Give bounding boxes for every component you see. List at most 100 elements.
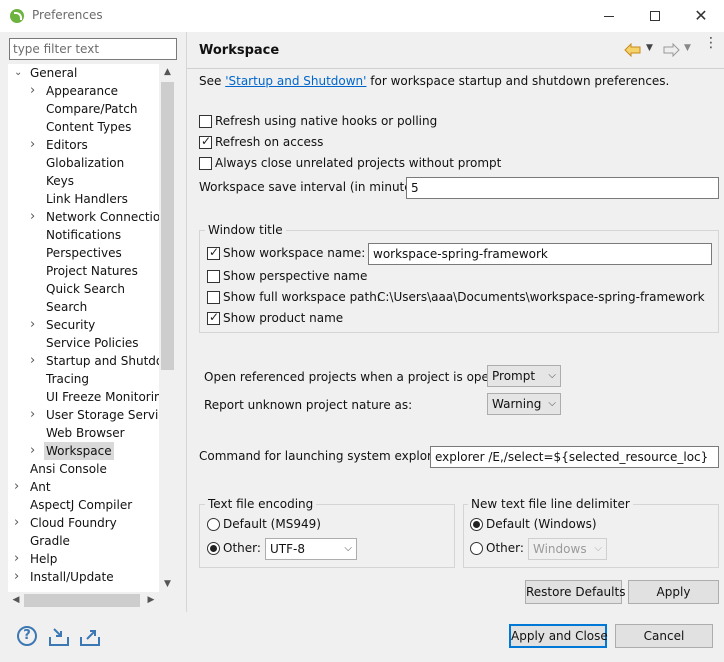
chevron-right-icon[interactable]: › xyxy=(30,82,40,100)
show-product-name-label: Show product name xyxy=(223,311,344,325)
delimiter-other-radio[interactable] xyxy=(470,542,483,555)
tree-item[interactable]: Perspectives xyxy=(8,244,176,262)
tree-item[interactable]: Content Types xyxy=(8,118,176,136)
tree-horizontal-scrollbar[interactable]: ◀ ▶ xyxy=(8,592,159,609)
page-title: Workspace xyxy=(199,43,280,58)
encoding-other-radio[interactable] xyxy=(207,542,220,555)
tree-item[interactable]: › Help xyxy=(8,550,176,568)
tree-item[interactable]: UI Freeze Monitoring xyxy=(8,388,176,406)
save-interval-input[interactable]: 5 xyxy=(406,177,719,199)
restore-defaults-button[interactable]: Restore Defaults xyxy=(525,580,625,604)
show-workspace-name-checkbox[interactable] xyxy=(207,245,220,260)
refresh-access-checkbox[interactable] xyxy=(199,134,212,149)
chevron-right-icon[interactable]: › xyxy=(14,568,24,586)
tree-item[interactable]: › Editors xyxy=(8,136,176,154)
encoding-default-radio[interactable] xyxy=(207,518,220,531)
tree-item-label: Quick Search xyxy=(46,282,125,296)
tree-item[interactable]: Compare/Patch xyxy=(8,100,176,118)
minimize-button[interactable] xyxy=(586,0,632,32)
chevron-right-icon[interactable]: › xyxy=(14,478,24,496)
import-icon[interactable] xyxy=(48,625,70,647)
view-menu-icon[interactable]: ⋮ xyxy=(704,36,718,50)
window-title: Preferences xyxy=(32,8,103,22)
scroll-right-icon[interactable]: ▶ xyxy=(143,592,159,609)
refresh-native-checkbox[interactable] xyxy=(199,115,212,128)
delimiter-select: Windows ⌵ xyxy=(528,538,607,560)
tree-item[interactable]: › User Storage Service xyxy=(8,406,176,424)
tree-item[interactable]: AspectJ Compiler xyxy=(8,496,176,514)
tree-item[interactable]: › Security xyxy=(8,316,176,334)
export-icon[interactable] xyxy=(79,625,101,647)
always-close-label: Always close unrelated projects without … xyxy=(215,156,502,170)
open-referenced-label: Open referenced projects when a project … xyxy=(204,370,516,384)
tree-item[interactable]: › Network Connection xyxy=(8,208,176,226)
chevron-right-icon[interactable]: › xyxy=(14,550,24,568)
back-history-dropdown-icon[interactable]: ▼ xyxy=(646,43,653,53)
tree-item[interactable]: › Install/Update xyxy=(8,568,176,586)
refresh-access-label: Refresh on access xyxy=(215,135,324,149)
close-button[interactable]: ✕ xyxy=(678,0,724,32)
cancel-button[interactable]: Cancel xyxy=(615,624,713,648)
chevron-right-icon[interactable]: › xyxy=(30,406,40,424)
filter-input[interactable]: type filter text xyxy=(9,38,177,60)
tree-item[interactable]: › Cloud Foundry xyxy=(8,514,176,532)
tree-item-label: Help xyxy=(30,552,58,566)
scroll-up-icon[interactable]: ▲ xyxy=(159,64,176,80)
tree-item[interactable]: › Workspace xyxy=(8,442,176,460)
encoding-select[interactable]: UTF-8 ⌵ xyxy=(265,538,357,560)
forward-arrow-icon[interactable] xyxy=(662,43,680,57)
chevron-right-icon[interactable]: › xyxy=(30,352,40,370)
chevron-right-icon[interactable]: › xyxy=(30,316,40,334)
tree-item[interactable]: Search xyxy=(8,298,176,316)
always-close-checkbox[interactable] xyxy=(199,157,212,170)
tree-item-label: Web Browser xyxy=(46,426,125,440)
chevron-down-icon: ⌵ xyxy=(594,543,602,554)
maximize-button[interactable] xyxy=(632,0,678,32)
tree-item[interactable]: Project Natures xyxy=(8,262,176,280)
tree-item[interactable]: Link Handlers xyxy=(8,190,176,208)
tree-item[interactable]: › Startup and Shutdow xyxy=(8,352,176,370)
pane-divider[interactable] xyxy=(186,32,187,612)
tree-item[interactable]: Ansi Console xyxy=(8,460,176,478)
workspace-name-input[interactable]: workspace-spring-framework xyxy=(368,243,712,265)
show-product-name-checkbox[interactable] xyxy=(207,310,220,325)
tree-item[interactable]: Service Policies xyxy=(8,334,176,352)
tree-item[interactable]: Notifications xyxy=(8,226,176,244)
tree-item[interactable]: Quick Search xyxy=(8,280,176,298)
tree-item[interactable]: Keys xyxy=(8,172,176,190)
delimiter-default-radio[interactable] xyxy=(470,518,483,531)
chevron-right-icon[interactable]: › xyxy=(30,442,40,460)
tree-item[interactable]: › Ant xyxy=(8,478,176,496)
tree-item[interactable]: Web Browser xyxy=(8,424,176,442)
scrollbar-thumb[interactable] xyxy=(161,82,174,370)
report-unknown-label: Report unknown project nature as: xyxy=(204,398,413,412)
tree-item[interactable]: › Appearance xyxy=(8,82,176,100)
back-arrow-icon[interactable] xyxy=(624,43,642,57)
tree-item[interactable]: Gradle xyxy=(8,532,176,550)
apply-button[interactable]: Apply xyxy=(628,580,719,604)
show-full-path-checkbox[interactable] xyxy=(207,291,220,304)
chevron-down-icon[interactable]: ⌄ xyxy=(14,64,24,82)
chevron-right-icon[interactable]: › xyxy=(14,514,24,532)
tree-item[interactable]: Tracing xyxy=(8,370,176,388)
open-referenced-select[interactable]: Prompt ⌵ xyxy=(487,365,561,387)
tree-item[interactable]: ⌄ General xyxy=(8,64,176,82)
scroll-left-icon[interactable]: ◀ xyxy=(8,592,24,609)
scroll-down-icon[interactable]: ▼ xyxy=(159,576,176,592)
tree-vertical-scrollbar[interactable]: ▲ ▼ xyxy=(159,64,176,592)
refresh-native-label: Refresh using native hooks or polling xyxy=(215,114,438,128)
chevron-right-icon[interactable]: › xyxy=(30,208,40,226)
header-separator xyxy=(187,68,724,69)
help-icon[interactable]: ? xyxy=(17,626,37,646)
show-perspective-checkbox[interactable] xyxy=(207,270,220,283)
startup-shutdown-link[interactable]: 'Startup and Shutdown' xyxy=(225,74,366,88)
tree-item[interactable]: Globalization xyxy=(8,154,176,172)
chevron-right-icon[interactable]: › xyxy=(30,136,40,154)
system-explorer-input[interactable]: explorer /E,/select=${selected_resource_… xyxy=(430,446,719,468)
report-unknown-select[interactable]: Warning ⌵ xyxy=(487,393,561,415)
apply-and-close-button[interactable]: Apply and Close xyxy=(509,624,608,648)
tree-item-label: Globalization xyxy=(46,156,125,170)
scrollbar-thumb[interactable] xyxy=(24,594,140,607)
encoding-default-label: Default (MS949) xyxy=(223,517,321,531)
forward-history-dropdown-icon[interactable]: ▼ xyxy=(684,43,691,53)
